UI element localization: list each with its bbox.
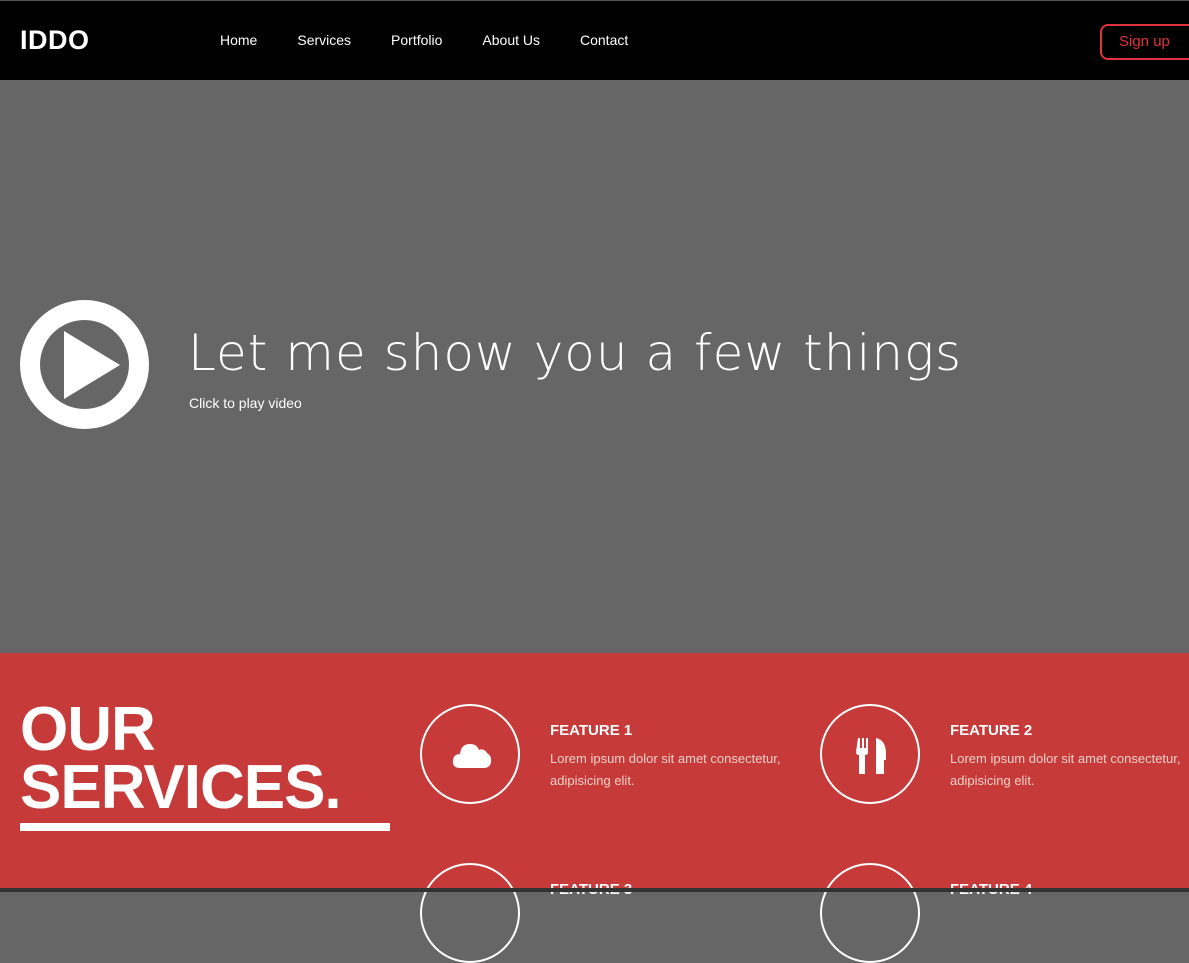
nav-services[interactable]: Services [297, 32, 351, 48]
feature-text: Lorem ipsum dolor sit amet consectetur, … [950, 751, 1181, 788]
header: IDDO Home Services Portfolio About Us Co… [0, 0, 1189, 80]
services-title: OUR SERVICES. [20, 695, 342, 822]
feature-title: FEATURE 1 [550, 722, 633, 739]
title-underline [20, 823, 390, 831]
hero-section: Let me show you a few things Click to pl… [0, 80, 1189, 653]
logo[interactable]: IDDO [20, 25, 90, 56]
nav-portfolio[interactable]: Portfolio [391, 32, 442, 48]
nav-about-us[interactable]: About Us [482, 32, 540, 48]
hero-title: Let me show you a few things [188, 324, 963, 382]
services-title-line1: OUR [20, 695, 156, 764]
signup-button[interactable]: Sign up [1100, 24, 1189, 60]
services-section: OUR SERVICES. FEATURE 1 Lorem ipsum dolor… [0, 653, 1189, 963]
play-video-link[interactable]: Click to play video [189, 395, 302, 411]
feature-title: FEATURE 2 [950, 722, 1033, 739]
nav-contact[interactable]: Contact [580, 32, 628, 48]
bottom-edge [0, 888, 1189, 892]
main-nav: Home Services Portfolio About Us Contact [220, 32, 668, 48]
nav-home[interactable]: Home [220, 32, 257, 48]
feature-icon [420, 863, 520, 963]
services-title-line2: SERVICES. [20, 753, 342, 822]
feature-icon [820, 863, 920, 963]
cloud-icon [420, 704, 520, 804]
cutlery-icon [820, 704, 920, 804]
feature-text: Lorem ipsum dolor sit amet consectetur, … [550, 751, 781, 788]
play-video-icon[interactable] [20, 300, 149, 429]
